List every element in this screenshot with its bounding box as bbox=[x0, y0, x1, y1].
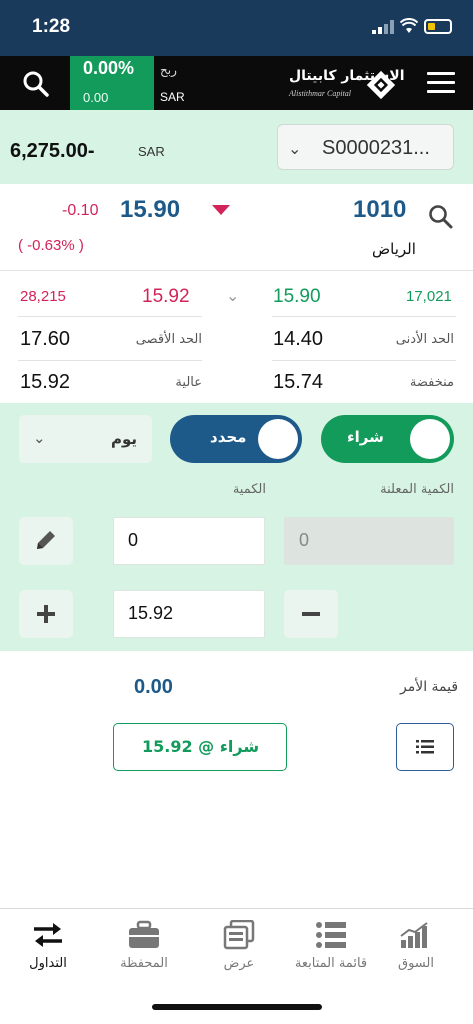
order-type-label: محدد bbox=[210, 428, 247, 446]
hamburger-menu-icon[interactable] bbox=[427, 72, 455, 94]
nav-watchlist-label: قائمة المتابعة bbox=[294, 956, 368, 971]
day-low-label: منخفضة bbox=[409, 375, 454, 390]
chevron-down-icon: ⌄ bbox=[288, 139, 302, 158]
battery-icon bbox=[424, 19, 452, 34]
market-chart-icon bbox=[400, 922, 428, 948]
stock-symbol[interactable]: 1010 bbox=[353, 196, 406, 224]
account-selector[interactable]: ⌄ S0000231... bbox=[277, 124, 454, 170]
order-value: 0.00 bbox=[134, 676, 173, 698]
bid-price: 15.92 bbox=[142, 286, 190, 307]
brand-name-en: Alistithmar Capital bbox=[289, 89, 352, 98]
quantity-label: الكمية bbox=[232, 482, 266, 497]
day-low-value: 15.74 bbox=[273, 371, 324, 393]
profit-currency: SAR bbox=[160, 90, 185, 104]
home-indicator[interactable] bbox=[152, 1004, 322, 1010]
limit-low-value: 14.40 bbox=[273, 328, 324, 350]
nav-trade-label: التداول bbox=[29, 956, 67, 971]
price-change: -0.10 bbox=[62, 202, 99, 219]
list-icon bbox=[416, 740, 434, 754]
brand-logo-icon bbox=[366, 70, 396, 100]
divider bbox=[18, 360, 202, 361]
nav-market[interactable]: السوق bbox=[371, 918, 461, 978]
minus-icon bbox=[302, 612, 320, 616]
ask-quantity: 17,021 bbox=[406, 288, 452, 305]
chevron-down-icon: ⌄ bbox=[33, 429, 46, 447]
disclosed-quantity-label: الكمية المعلنة bbox=[380, 482, 454, 497]
side-toggle[interactable]: شراء bbox=[321, 415, 454, 463]
limit-high-value: 17.60 bbox=[20, 328, 71, 350]
profit-label: ربح bbox=[160, 63, 177, 77]
ask-price: 15.90 bbox=[273, 286, 321, 307]
divider bbox=[272, 316, 456, 317]
status-bar: 1:28 bbox=[0, 0, 473, 56]
order-list-button[interactable] bbox=[396, 723, 454, 771]
side-label: شراء bbox=[347, 428, 384, 446]
pencil-icon bbox=[37, 531, 55, 549]
divider bbox=[0, 270, 473, 271]
down-arrow-icon bbox=[212, 205, 230, 215]
nav-portfolio-label: المحفظة bbox=[120, 956, 168, 971]
wifi-icon bbox=[400, 18, 418, 33]
trade-arrows-icon bbox=[34, 923, 62, 947]
edit-button[interactable] bbox=[19, 517, 73, 565]
symbol-search-icon[interactable] bbox=[428, 204, 454, 230]
portfolio-briefcase-icon bbox=[129, 920, 159, 948]
buy-submit-button[interactable]: شراء @ 15.92 bbox=[113, 723, 287, 771]
day-high-value: 15.92 bbox=[20, 371, 71, 393]
last-price: 15.90 bbox=[120, 196, 181, 223]
nav-trade[interactable]: التداول bbox=[3, 918, 93, 978]
chevron-down-icon[interactable]: ⌄ bbox=[226, 286, 239, 305]
buy-submit-label: شراء @ 15.92 bbox=[142, 737, 260, 756]
nav-market-label: السوق bbox=[398, 956, 434, 971]
price-change-percent: ( -0.63% ) bbox=[18, 237, 84, 254]
toggle-knob bbox=[410, 419, 450, 459]
nav-portfolio[interactable]: المحفظة bbox=[99, 918, 189, 978]
divider bbox=[18, 316, 202, 317]
limit-low-label: الحد الأدنى bbox=[395, 332, 454, 347]
status-time: 1:28 bbox=[32, 16, 71, 37]
nav-display-label: عرض bbox=[223, 956, 255, 971]
account-balance: 6,275.00- bbox=[10, 140, 95, 162]
disclosed-quantity-input: 0 bbox=[284, 517, 454, 565]
profit-percent: 0.00% bbox=[83, 58, 135, 78]
cellular-signal-icon bbox=[372, 20, 394, 34]
account-selector-value: S0000231... bbox=[322, 137, 430, 159]
display-icon bbox=[223, 920, 255, 950]
decrement-button[interactable] bbox=[284, 590, 338, 638]
search-icon[interactable] bbox=[22, 70, 50, 98]
increment-button[interactable] bbox=[19, 590, 73, 638]
plus-icon bbox=[37, 605, 55, 623]
limit-high-label: الحد الأقصى bbox=[135, 332, 202, 347]
order-value-label: قيمة الأمر bbox=[400, 679, 459, 695]
order-type-toggle[interactable]: محدد bbox=[170, 415, 302, 463]
day-high-label: عالية bbox=[175, 375, 202, 390]
validity-dropdown[interactable]: ⌄ يوم bbox=[19, 415, 152, 463]
price-input[interactable]: 15.92 bbox=[113, 590, 265, 638]
toggle-knob bbox=[258, 419, 298, 459]
nav-display[interactable]: عرض bbox=[194, 918, 284, 978]
divider bbox=[272, 360, 456, 361]
quantity-input[interactable]: 0 bbox=[113, 517, 265, 565]
profit-value: 0.00 bbox=[83, 90, 109, 105]
nav-watchlist[interactable]: قائمة المتابعة bbox=[286, 918, 376, 978]
validity-value: يوم bbox=[111, 430, 138, 448]
market-name: الرياض bbox=[372, 240, 416, 258]
account-currency: SAR bbox=[138, 144, 165, 159]
watchlist-icon bbox=[316, 922, 346, 948]
bid-quantity: 28,215 bbox=[20, 288, 66, 305]
